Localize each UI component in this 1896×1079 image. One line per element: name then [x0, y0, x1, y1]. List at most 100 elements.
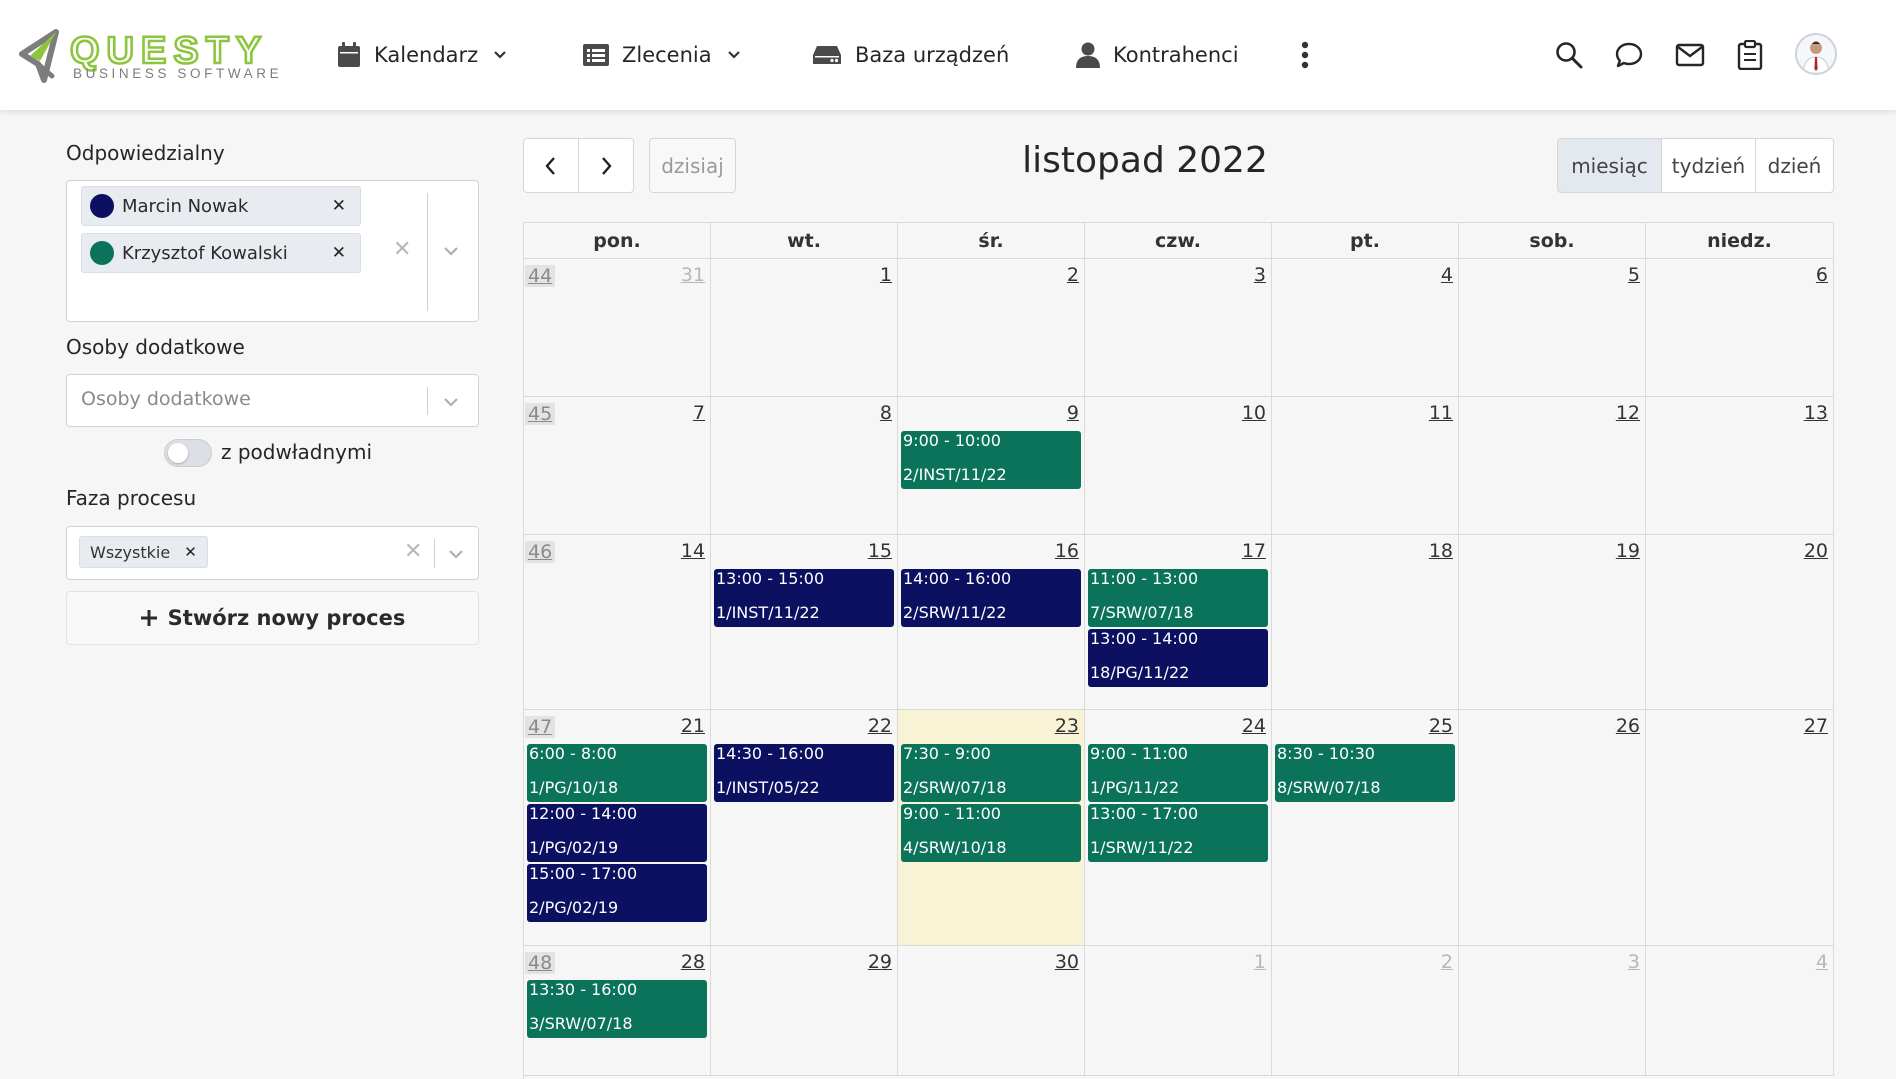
day-number[interactable]: 25 [1429, 715, 1453, 737]
day-number[interactable]: 13 [1804, 402, 1828, 424]
day-number[interactable]: 22 [868, 715, 892, 737]
day-number[interactable]: 9 [1067, 402, 1079, 424]
day-number[interactable]: 16 [1055, 540, 1079, 562]
day-number[interactable]: 2 [1441, 951, 1453, 973]
week-number[interactable]: 48 [525, 952, 556, 974]
nav-devices[interactable]: Baza urządzeń [812, 36, 1009, 74]
view-month-button[interactable]: miesiąc [1557, 138, 1662, 193]
day-cell[interactable]: 18 [1272, 535, 1459, 710]
day-cell[interactable]: 26 [1459, 710, 1646, 946]
extra-people-select[interactable]: Osoby dodatkowe [66, 374, 479, 427]
day-cell[interactable]: 2 [898, 259, 1085, 397]
day-number[interactable]: 12 [1616, 402, 1640, 424]
day-number[interactable]: 1 [1254, 951, 1266, 973]
day-number[interactable]: 3 [1628, 951, 1640, 973]
day-cell[interactable]: 27 [1646, 710, 1834, 946]
nav-orders[interactable]: Zlecenia [583, 36, 741, 74]
avatar[interactable] [1795, 33, 1837, 75]
day-number[interactable]: 19 [1616, 540, 1640, 562]
day-number[interactable]: 4 [1816, 951, 1828, 973]
calendar-event[interactable]: 13:30 - 16:00 3/SRW/07/18 [527, 980, 707, 1038]
calendar-event[interactable]: 9:00 - 11:00 1/PG/11/22 [1088, 744, 1268, 802]
remove-tag-button[interactable]: ✕ [184, 543, 197, 561]
day-cell[interactable]: 3 [1459, 946, 1646, 1076]
day-number[interactable]: 14 [681, 540, 705, 562]
clear-selection-button[interactable]: ✕ [393, 237, 411, 262]
day-cell[interactable]: 1 [1085, 946, 1272, 1076]
day-number[interactable]: 29 [868, 951, 892, 973]
day-number[interactable]: 3 [1254, 264, 1266, 286]
search-button[interactable] [1552, 38, 1586, 72]
week-number[interactable]: 45 [525, 403, 556, 425]
day-cell[interactable]: 4 [1646, 946, 1834, 1076]
calendar-event[interactable]: 9:00 - 11:00 4/SRW/10/18 [901, 804, 1081, 862]
day-cell[interactable]: 13 [1646, 397, 1834, 535]
day-cell[interactable]: 8 [711, 397, 898, 535]
phase-select[interactable]: Wszystkie ✕ ✕ [66, 526, 479, 580]
day-cell[interactable]: 10 [1085, 397, 1272, 535]
calendar-event[interactable]: 14:00 - 16:00 2/SRW/11/22 [901, 569, 1081, 627]
day-number[interactable]: 27 [1804, 715, 1828, 737]
subordinates-toggle[interactable] [164, 439, 212, 467]
day-number[interactable]: 30 [1055, 951, 1079, 973]
calendar-event[interactable]: 13:00 - 17:00 1/SRW/11/22 [1088, 804, 1268, 862]
day-number[interactable]: 1 [880, 264, 892, 286]
day-number[interactable]: 15 [868, 540, 892, 562]
day-cell[interactable]: 22 14:30 - 16:00 1/INST/05/22 [711, 710, 898, 946]
day-cell[interactable]: 44 31 [524, 259, 711, 397]
day-cell[interactable]: 15 13:00 - 15:00 1/INST/11/22 [711, 535, 898, 710]
next-month-button[interactable] [578, 138, 634, 193]
day-cell[interactable]: 25 8:30 - 10:30 8/SRW/07/18 [1272, 710, 1459, 946]
day-number[interactable]: 18 [1429, 540, 1453, 562]
day-cell[interactable]: 48 28 13:30 - 16:00 3/SRW/07/18 [524, 946, 711, 1076]
day-cell[interactable]: 19 [1459, 535, 1646, 710]
tasks-button[interactable] [1733, 38, 1767, 72]
chevron-down-icon[interactable] [447, 548, 465, 560]
view-week-button[interactable]: tydzień [1661, 138, 1756, 193]
day-number[interactable]: 23 [1055, 715, 1079, 737]
prev-month-button[interactable] [523, 138, 579, 193]
view-day-button[interactable]: dzień [1755, 138, 1834, 193]
day-cell[interactable]: 6 [1646, 259, 1834, 397]
day-cell[interactable]: 4 [1272, 259, 1459, 397]
day-number[interactable]: 10 [1242, 402, 1266, 424]
day-cell[interactable]: 1 [711, 259, 898, 397]
nav-contractors[interactable]: Kontrahenci [1076, 36, 1239, 74]
calendar-event[interactable]: 12:00 - 14:00 1/PG/02/19 [527, 804, 707, 862]
remove-chip-button[interactable]: ✕ [332, 196, 346, 216]
responsible-select[interactable]: Marcin Nowak ✕ Krzysztof Kowalski ✕ ✕ [66, 180, 479, 322]
day-number[interactable]: 21 [681, 715, 705, 737]
nav-calendar[interactable]: Kalendarz [337, 36, 507, 74]
create-process-button[interactable]: Stwórz nowy proces [66, 591, 479, 645]
day-cell[interactable]: 12 [1459, 397, 1646, 535]
day-cell[interactable]: 5 [1459, 259, 1646, 397]
calendar-event[interactable]: 7:30 - 9:00 2/SRW/07/18 [901, 744, 1081, 802]
day-cell[interactable]: 45 7 [524, 397, 711, 535]
day-number[interactable]: 2 [1067, 264, 1079, 286]
day-cell[interactable]: 17 11:00 - 13:00 7/SRW/07/18 13:00 - 14:00 1… [1085, 535, 1272, 710]
day-number[interactable]: 24 [1242, 715, 1266, 737]
day-cell[interactable]: 11 [1272, 397, 1459, 535]
more-menu-button[interactable] [1288, 38, 1322, 72]
calendar-event[interactable]: 9:00 - 10:00 2/INST/11/22 [901, 431, 1081, 489]
day-number[interactable]: 11 [1429, 402, 1453, 424]
calendar-event[interactable]: 11:00 - 13:00 7/SRW/07/18 [1088, 569, 1268, 627]
day-number[interactable]: 6 [1816, 264, 1828, 286]
chat-button[interactable] [1612, 38, 1646, 72]
day-number[interactable]: 20 [1804, 540, 1828, 562]
day-cell[interactable]: 29 [711, 946, 898, 1076]
day-number[interactable]: 7 [693, 402, 705, 424]
calendar-event[interactable]: 13:00 - 14:00 18/PG/11/22 [1088, 629, 1268, 687]
clear-selection-button[interactable]: ✕ [404, 539, 422, 564]
mail-button[interactable] [1673, 38, 1707, 72]
day-cell[interactable]: 2 [1272, 946, 1459, 1076]
week-number[interactable]: 47 [525, 716, 556, 738]
calendar-event[interactable]: 13:00 - 15:00 1/INST/11/22 [714, 569, 894, 627]
day-number[interactable]: 17 [1242, 540, 1266, 562]
chevron-down-icon[interactable] [442, 396, 460, 408]
calendar-event[interactable]: 8:30 - 10:30 8/SRW/07/18 [1275, 744, 1455, 802]
today-button[interactable]: dzisiaj [649, 138, 736, 193]
day-cell[interactable]: 46 14 [524, 535, 711, 710]
day-cell[interactable]: 3 [1085, 259, 1272, 397]
day-number[interactable]: 26 [1616, 715, 1640, 737]
